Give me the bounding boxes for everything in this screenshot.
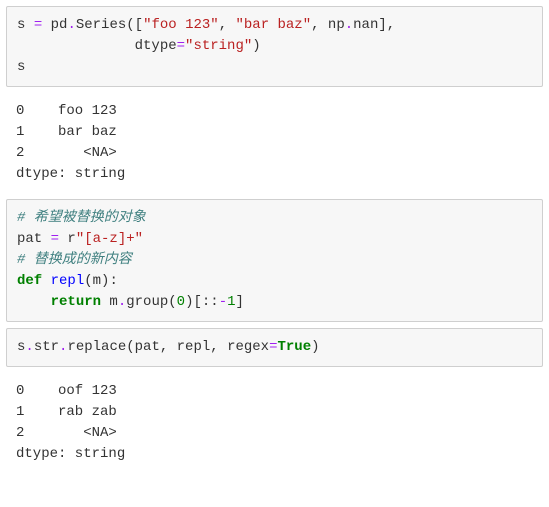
code-cell-2: # 希望被替换的对象 pat = r"[a-z]+" # 替换成的新内容 def… — [6, 199, 543, 322]
code: # 希望被替换的对象 pat = r"[a-z]+" # 替换成的新内容 def… — [17, 210, 244, 310]
output-text: 0 foo 123 1 bar baz 2 <NA> dtype: string — [16, 103, 125, 182]
output-cell-1: 0 foo 123 1 bar baz 2 <NA> dtype: string — [6, 93, 543, 193]
output-text: 0 oof 123 1 rab zab 2 <NA> dtype: string — [16, 383, 125, 462]
code-cell-3: s.str.replace(pat, repl, regex=True) — [6, 328, 543, 367]
code: s = pd.Series(["foo 123", "bar baz", np.… — [17, 17, 395, 75]
output-cell-2: 0 oof 123 1 rab zab 2 <NA> dtype: string — [6, 373, 543, 473]
code-cell-1: s = pd.Series(["foo 123", "bar baz", np.… — [6, 6, 543, 87]
code: s.str.replace(pat, repl, regex=True) — [17, 339, 320, 355]
